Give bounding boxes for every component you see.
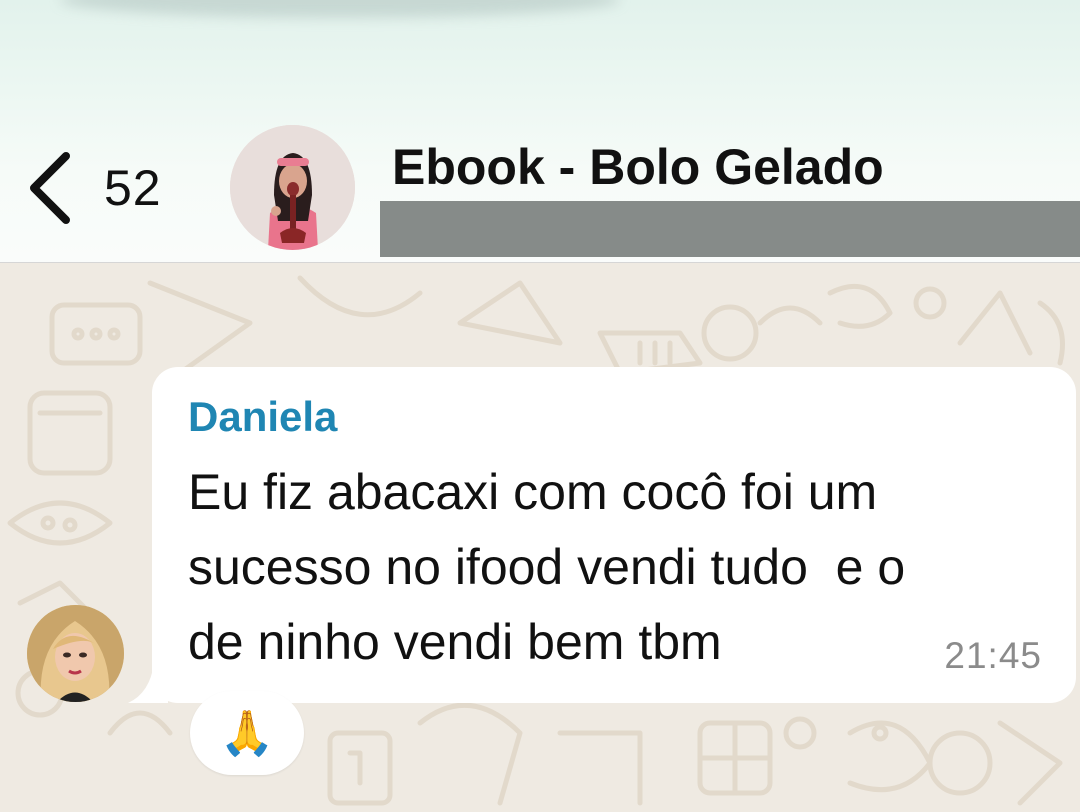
sender-avatar[interactable] — [27, 605, 124, 702]
chat-header: 52 Ebook - Bolo Gelado — [0, 0, 1080, 263]
chat-area: Daniela Eu fiz abacaxi com cocô foi um s… — [0, 263, 1080, 812]
message-text: Eu fiz abacaxi com cocô foi um sucesso n… — [188, 464, 906, 670]
group-title[interactable]: Ebook - Bolo Gelado — [392, 138, 884, 196]
bubble-tail — [128, 663, 168, 703]
sender-avatar-image — [27, 605, 124, 702]
reaction-pill[interactable]: 🙏 — [190, 691, 304, 775]
chat-screen: 52 Ebook - Bolo Gelado Daniela Eu fiz ab… — [0, 0, 1080, 812]
unread-count: 52 — [104, 160, 162, 216]
message-bubble[interactable]: Daniela Eu fiz abacaxi com cocô foi um s… — [152, 367, 1076, 703]
status-bar-area — [60, 0, 620, 18]
praying-hands-icon: 🙏 — [219, 709, 275, 758]
chevron-left-icon — [30, 152, 70, 224]
sender-name[interactable]: Daniela — [188, 393, 337, 441]
redacted-participants — [380, 201, 1080, 257]
group-avatar[interactable] — [230, 125, 355, 250]
back-button[interactable]: 52 — [22, 148, 162, 228]
group-avatar-image — [230, 125, 355, 250]
message-timestamp: 21:45 — [944, 635, 1042, 676]
